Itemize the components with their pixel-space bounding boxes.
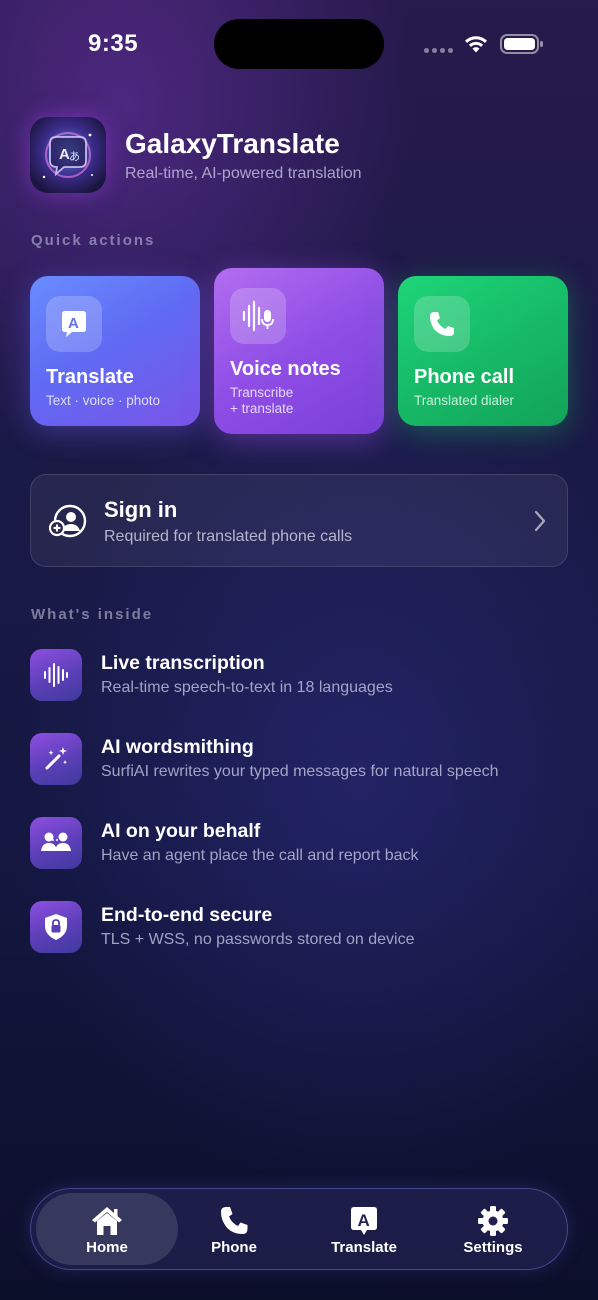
wifi-icon: [465, 36, 487, 53]
svg-text:A: A: [68, 315, 79, 332]
feature-end-to-end-secure: End-to-end secure TLS + WSS, no password…: [30, 901, 570, 957]
voice-notes-icon: [230, 288, 286, 344]
status-time: 9:35: [88, 30, 139, 57]
lock-shield-icon: [30, 901, 82, 953]
battery-icon: [500, 34, 543, 54]
translate-card-title: Translate: [46, 366, 134, 388]
voice-notes-card-title: Voice notes: [230, 358, 341, 380]
app-tagline: Real-time, AI-powered translation: [125, 165, 362, 182]
translate-icon: A: [351, 1207, 377, 1235]
add-person-icon: [49, 504, 87, 538]
voice-notes-card[interactable]: Voice notes Transcribe + translate: [214, 268, 384, 434]
feature-subtitle: SurfiAI rewrites your typed messages for…: [101, 763, 499, 780]
feature-ai-on-your-behalf: AI on your behalf Have an agent place th…: [30, 817, 570, 873]
tab-phone[interactable]: Phone: [163, 1193, 305, 1265]
magic-wand-icon: [30, 733, 82, 785]
phone-call-card-title: Phone call: [414, 366, 515, 388]
tab-settings[interactable]: Settings: [422, 1193, 564, 1265]
whats-inside-label: What's inside: [31, 606, 154, 623]
dynamic-island: [214, 19, 384, 69]
translate-card[interactable]: A Translate Text · voice · photo: [30, 276, 200, 426]
gear-icon: [478, 1206, 508, 1236]
feature-subtitle: TLS + WSS, no passwords stored on device: [101, 931, 415, 948]
tab-translate[interactable]: A Translate: [293, 1193, 435, 1265]
tab-translate-label: Translate: [331, 1239, 397, 1256]
tab-home-label: Home: [86, 1239, 128, 1256]
tab-home[interactable]: Home: [36, 1193, 178, 1265]
tab-settings-label: Settings: [463, 1239, 523, 1256]
status-bar: 9:35: [0, 0, 598, 90]
sign-in-title: Sign in: [104, 497, 178, 522]
feature-title: End-to-end secure: [101, 904, 273, 926]
chat-bubble-logo-icon: A あ: [42, 132, 93, 179]
app-logo: A あ: [30, 117, 106, 193]
translate-icon: A: [46, 296, 102, 352]
people-icon: [30, 817, 82, 869]
feature-title: Live transcription: [101, 652, 265, 674]
phone-call-card-subtitle: Translated dialer: [414, 393, 515, 408]
house-icon: [92, 1207, 122, 1235]
svg-text:A: A: [358, 1211, 370, 1230]
voice-notes-card-subtitle-line2: + translate: [230, 401, 294, 416]
feature-title: AI wordsmithing: [101, 736, 254, 758]
app-title: GalaxyTranslate: [125, 128, 340, 159]
phone-icon: [221, 1207, 248, 1234]
tab-bar: Home Phone A Translate Settings: [30, 1188, 568, 1270]
quick-actions-label: Quick actions: [31, 232, 156, 249]
cellular-signal-icon: [424, 48, 453, 53]
svg-text:あ: あ: [69, 150, 80, 163]
feature-title: AI on your behalf: [101, 820, 261, 842]
tab-phone-label: Phone: [211, 1239, 257, 1256]
feature-live-transcription: Live transcription Real-time speech-to-t…: [30, 649, 570, 705]
sign-in-banner[interactable]: Sign in Required for translated phone ca…: [30, 474, 568, 567]
phone-icon: [414, 296, 470, 352]
phone-call-card[interactable]: Phone call Translated dialer: [398, 276, 568, 426]
translate-card-subtitle: Text · voice · photo: [46, 393, 161, 408]
chevron-right-icon: [534, 510, 546, 532]
waveform-icon: [30, 649, 82, 701]
voice-notes-card-subtitle-line1: Transcribe: [230, 385, 294, 400]
feature-ai-wordsmithing: AI wordsmithing SurfiAI rewrites your ty…: [30, 733, 570, 789]
feature-subtitle: Have an agent place the call and report …: [101, 847, 419, 864]
sign-in-subtitle: Required for translated phone calls: [104, 528, 353, 545]
feature-subtitle: Real-time speech-to-text in 18 languages: [101, 679, 393, 696]
